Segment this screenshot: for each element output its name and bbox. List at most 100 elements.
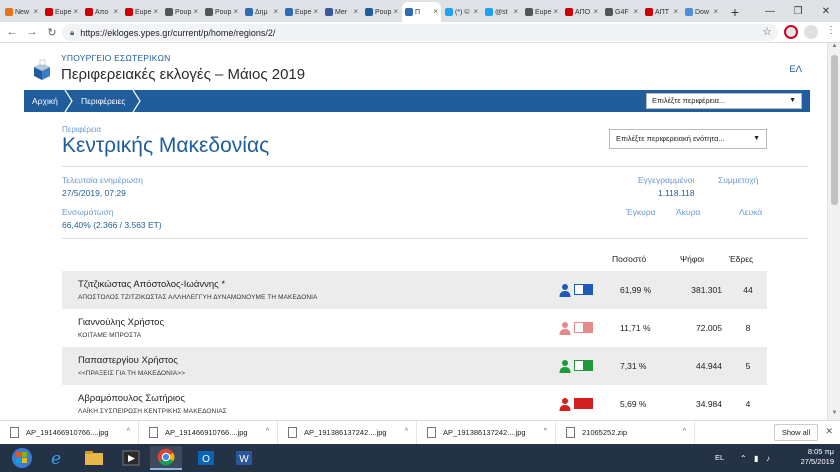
extension-icon[interactable] — [804, 25, 818, 39]
close-icon[interactable]: ✕ — [825, 426, 833, 437]
tab-close-icon[interactable]: × — [393, 7, 398, 16]
start-windows-icon[interactable] — [6, 446, 38, 470]
input-language[interactable]: EL — [715, 453, 724, 462]
regional-unit-select[interactable]: Επιλέξτε περιφερειακή ενότητα... ▼ — [609, 129, 767, 149]
browser-tab[interactable]: Mer × — [322, 2, 361, 22]
chevron-up-icon[interactable]: ^ — [683, 428, 686, 435]
new-tab-button[interactable]: + — [726, 3, 744, 21]
svg-text:W: W — [239, 454, 249, 465]
region-select[interactable]: Επιλέξτε περιφέρεια... ▼ — [646, 93, 802, 109]
table-row[interactable]: Παπαστεργίου Χρήστος <<ΠΡΑΞΕΙΣ ΓΙΑ ΤΗ ΜΑΚ… — [62, 347, 767, 385]
maximize-icon[interactable]: ❐ — [784, 0, 812, 22]
browser-tab[interactable]: Poup × — [162, 2, 201, 22]
internet-explorer-icon[interactable]: e — [40, 446, 72, 470]
back-icon[interactable]: ← — [4, 26, 20, 38]
browser-tab[interactable]: Eupe × — [282, 2, 321, 22]
chevron-up-icon[interactable]: ^ — [405, 428, 408, 435]
scroll-down-icon[interactable]: ▼ — [828, 410, 840, 420]
tab-close-icon[interactable]: × — [713, 7, 718, 16]
tab-close-icon[interactable]: × — [313, 7, 318, 16]
browser-tab[interactable]: Dow × — [682, 2, 721, 22]
page-scrollbar[interactable]: ▲ ▼ — [827, 43, 840, 420]
tab-close-icon[interactable]: × — [73, 7, 78, 16]
tray-up-arrow-icon[interactable]: ⌃ — [740, 454, 747, 463]
browser-tab[interactable]: New × — [2, 2, 41, 22]
tab-close-icon[interactable]: × — [593, 7, 598, 16]
network-icon[interactable]: ▮ — [754, 454, 758, 463]
tab-close-icon[interactable]: × — [673, 7, 678, 16]
page-title: Περιφερειακές εκλογές – Μάιος 2019 — [61, 66, 306, 83]
tab-close-icon[interactable]: × — [153, 7, 158, 16]
table-row[interactable]: Γιαννούλης Χρήστος ΚΟΙΤΑΜΕ ΜΠΡΟΣΤΑ 11,71 %… — [62, 309, 767, 347]
blank-label: Λευκά — [739, 207, 763, 217]
download-item[interactable]: AP_191386137242....jpg ^ — [417, 420, 556, 445]
tab-favicon-icon — [285, 8, 293, 16]
tab-favicon-icon — [125, 8, 133, 16]
minimize-icon[interactable]: — — [756, 0, 784, 22]
browser-tab[interactable]: ΑΠΤ × — [642, 2, 681, 22]
word-icon[interactable]: W — [228, 446, 260, 470]
media-player-icon[interactable] — [115, 446, 147, 470]
tab-close-icon[interactable]: × — [233, 7, 238, 16]
tab-close-icon[interactable]: × — [513, 7, 518, 16]
tab-close-icon[interactable]: × — [433, 7, 438, 16]
volume-icon[interactable]: ♪ — [766, 454, 770, 463]
bookmark-star-icon[interactable]: ☆ — [762, 25, 772, 38]
file-explorer-icon[interactable] — [78, 446, 110, 470]
window-controls: — ❐ ✕ — [756, 0, 840, 22]
download-filename: AP_191466910766....jpg — [165, 428, 248, 437]
candidate-name: Παπαστεργίου Χρήστος — [78, 355, 178, 366]
language-switch[interactable]: ΕΛ — [789, 64, 802, 75]
tab-close-icon[interactable]: × — [113, 7, 118, 16]
tab-close-icon[interactable]: × — [553, 7, 558, 16]
breadcrumb-home[interactable]: Αρχική — [32, 90, 58, 112]
download-item[interactable]: AP_191466910766....jpg ^ — [0, 420, 139, 445]
chevron-up-icon[interactable]: ^ — [266, 428, 269, 435]
turnout-label: Συμμετοχή — [718, 175, 759, 185]
browser-tab[interactable]: Poup × — [362, 2, 401, 22]
chevron-up-icon[interactable]: ^ — [127, 428, 130, 435]
browser-tab[interactable]: Eupe × — [42, 2, 81, 22]
browser-tab[interactable]: Δημ × — [242, 2, 281, 22]
outlook-icon[interactable]: O — [190, 446, 222, 470]
browser-tab[interactable]: Eupe × — [122, 2, 161, 22]
download-item[interactable]: AP_191386137242....jpg ^ — [278, 420, 417, 445]
chrome-icon[interactable] — [150, 446, 182, 470]
tab-close-icon[interactable]: × — [193, 7, 198, 16]
browser-tab[interactable]: (*) © × — [442, 2, 481, 22]
scrollbar-thumb[interactable] — [831, 55, 838, 205]
tab-close-icon[interactable]: × — [273, 7, 278, 16]
chevron-up-icon[interactable]: ^ — [544, 428, 547, 435]
download-item[interactable]: 21065252.zip ^ — [556, 420, 695, 445]
download-item[interactable]: AP_191466910766....jpg ^ — [139, 420, 278, 445]
tab-favicon-icon — [565, 8, 573, 16]
table-row[interactable]: Τζιτζικώστας Απόστολος-Ιωάννης * ΑΠΟΣΤΟΛΟ… — [62, 271, 767, 309]
show-all-downloads-button[interactable]: Show all — [774, 424, 818, 441]
clock[interactable]: 8:05 πμ 27/5/2019 — [801, 447, 834, 467]
browser-tab[interactable]: Eupe × — [522, 2, 561, 22]
table-row[interactable]: Αβραμόπουλος Σωτήριος ΛΑΪΚΗ ΣΥΣΠΕΙΡΩΣΗ ΚΕ… — [62, 385, 767, 420]
opera-extension-icon[interactable] — [784, 25, 798, 39]
forward-icon[interactable]: → — [24, 26, 40, 38]
download-filename: AP_191386137242....jpg — [443, 428, 526, 437]
browser-tab[interactable]: Π × — [402, 2, 441, 22]
scroll-up-icon[interactable]: ▲ — [828, 43, 840, 53]
menu-icon[interactable]: ⋮ — [826, 25, 836, 36]
breadcrumb-regions[interactable]: Περιφέρειες — [81, 90, 125, 112]
downloads-bar: AP_191466910766....jpg ^ AP_191466910766..… — [0, 420, 840, 445]
browser-tab[interactable]: Poup × — [202, 2, 241, 22]
tab-close-icon[interactable]: × — [633, 7, 638, 16]
invalid-label: Άκυρα — [676, 207, 701, 217]
reload-icon[interactable]: ↻ — [44, 26, 60, 39]
tab-favicon-icon — [605, 8, 613, 16]
tab-close-icon[interactable]: × — [473, 7, 478, 16]
browser-tab[interactable]: @st × — [482, 2, 521, 22]
browser-tab[interactable]: Απο × — [82, 2, 121, 22]
close-window-icon[interactable]: ✕ — [812, 0, 840, 22]
browser-tab[interactable]: G4F × — [602, 2, 641, 22]
browser-tab[interactable]: ΑΠΟ × — [562, 2, 601, 22]
tab-close-icon[interactable]: × — [353, 7, 358, 16]
file-icon — [566, 427, 575, 438]
tab-close-icon[interactable]: × — [33, 7, 38, 16]
url-field[interactable]: 🔒︎ https://ekloges.ypes.gr/current/p/hom… — [62, 24, 778, 41]
